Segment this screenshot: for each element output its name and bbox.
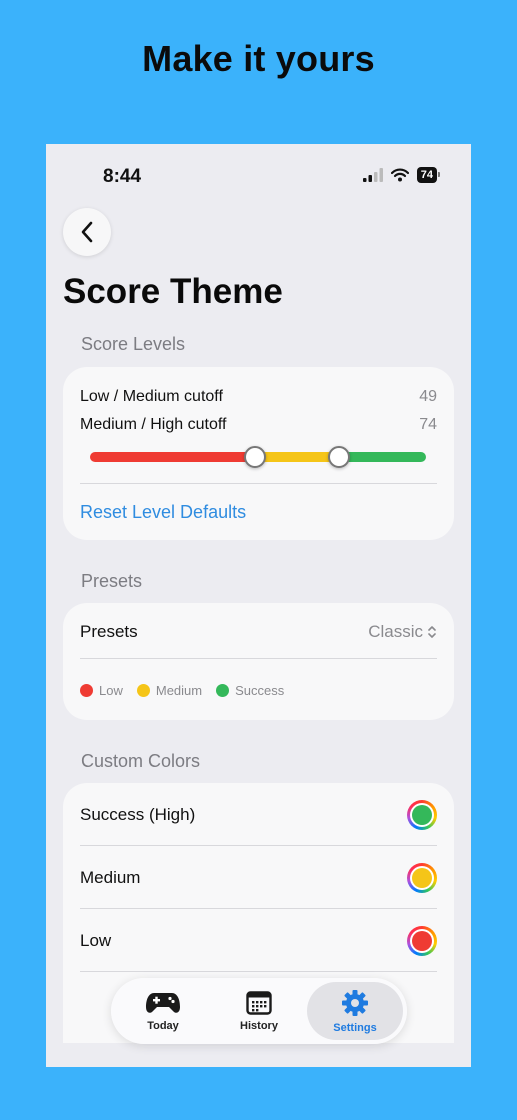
- color-picker-well[interactable]: [407, 862, 437, 893]
- slider-segment-low: [90, 452, 255, 462]
- legend-label: Low: [99, 683, 123, 698]
- legend-dot: [216, 684, 230, 697]
- medium-high-row: Medium / High cutoff 74: [80, 416, 437, 434]
- phone-screen: 8:44 74 Score Theme Score Levels Low / M…: [46, 144, 471, 1067]
- legend-item: Medium: [136, 683, 203, 698]
- medium-high-value: 74: [419, 416, 437, 433]
- gamepad-icon: [146, 992, 180, 1013]
- presets-card: Presets Classic Low Medium Success: [63, 603, 454, 720]
- section-label-custom-colors: Custom Colors: [81, 751, 201, 771]
- legend-label: Success: [235, 683, 285, 698]
- score-levels-card: Low / Medium cutoff 49 Medium / High cut…: [63, 367, 454, 540]
- divider: [80, 971, 437, 972]
- medium-high-label: Medium / High cutoff: [80, 416, 227, 433]
- preset-color-legend: Low Medium Success: [80, 683, 284, 698]
- tab-label-settings: Settings: [333, 1021, 377, 1034]
- legend-item: Success: [216, 683, 284, 698]
- headline: Make it yours: [142, 38, 375, 79]
- battery-indicator: 74: [416, 167, 441, 183]
- cellular-signal-icon: [362, 168, 383, 182]
- slider-knob-medium-high[interactable]: [327, 446, 350, 468]
- slider-segment-high: [338, 452, 426, 462]
- tab-bar: Today History Settings: [111, 978, 407, 1044]
- low-medium-label: Low / Medium cutoff: [80, 388, 223, 405]
- legend-item: Low: [80, 683, 123, 698]
- chevron-left-icon: [81, 221, 93, 243]
- custom-color-label: Medium: [80, 867, 141, 887]
- presets-label: Presets: [80, 622, 138, 641]
- back-button[interactable]: [63, 208, 111, 256]
- page-title: Score Theme: [63, 272, 283, 311]
- gear-icon: [342, 989, 368, 1016]
- slider-knob-low-medium[interactable]: [243, 446, 266, 468]
- presets-picker[interactable]: Classic: [368, 622, 437, 642]
- reset-level-defaults-button[interactable]: Reset Level Defaults: [80, 502, 246, 523]
- custom-color-row[interactable]: Medium: [63, 846, 454, 909]
- tab-label-today: Today: [147, 1019, 179, 1032]
- custom-color-label: Success (High): [80, 804, 196, 824]
- low-medium-row: Low / Medium cutoff 49: [80, 388, 437, 406]
- section-label-score-levels: Score Levels: [81, 334, 186, 354]
- divider: [80, 483, 437, 484]
- low-medium-value: 49: [419, 388, 437, 405]
- legend-dot: [136, 684, 150, 697]
- tab-today[interactable]: Today: [115, 982, 211, 1040]
- presets-row[interactable]: Presets Classic: [80, 622, 437, 642]
- tab-settings[interactable]: Settings: [307, 982, 403, 1040]
- legend-dot: [80, 684, 93, 697]
- calendar-icon: [246, 990, 272, 1015]
- presets-selected-value: Classic: [368, 622, 423, 641]
- custom-color-label: Low: [80, 930, 112, 950]
- status-time: 8:44: [103, 166, 142, 187]
- section-label-presets: Presets: [81, 571, 143, 591]
- divider: [80, 658, 437, 659]
- chevron-up-down-icon: [428, 626, 436, 638]
- slider-segment-medium: [254, 452, 339, 462]
- legend-label: Medium: [155, 683, 203, 698]
- tab-label-history: History: [240, 1019, 278, 1032]
- status-icons: 74: [362, 167, 441, 183]
- color-picker-well[interactable]: [407, 925, 437, 956]
- wifi-icon: [390, 168, 409, 182]
- color-picker-well[interactable]: [407, 799, 437, 830]
- custom-color-row[interactable]: Success (High): [63, 783, 454, 846]
- tab-history[interactable]: History: [211, 982, 307, 1040]
- custom-color-row[interactable]: Low: [63, 909, 454, 972]
